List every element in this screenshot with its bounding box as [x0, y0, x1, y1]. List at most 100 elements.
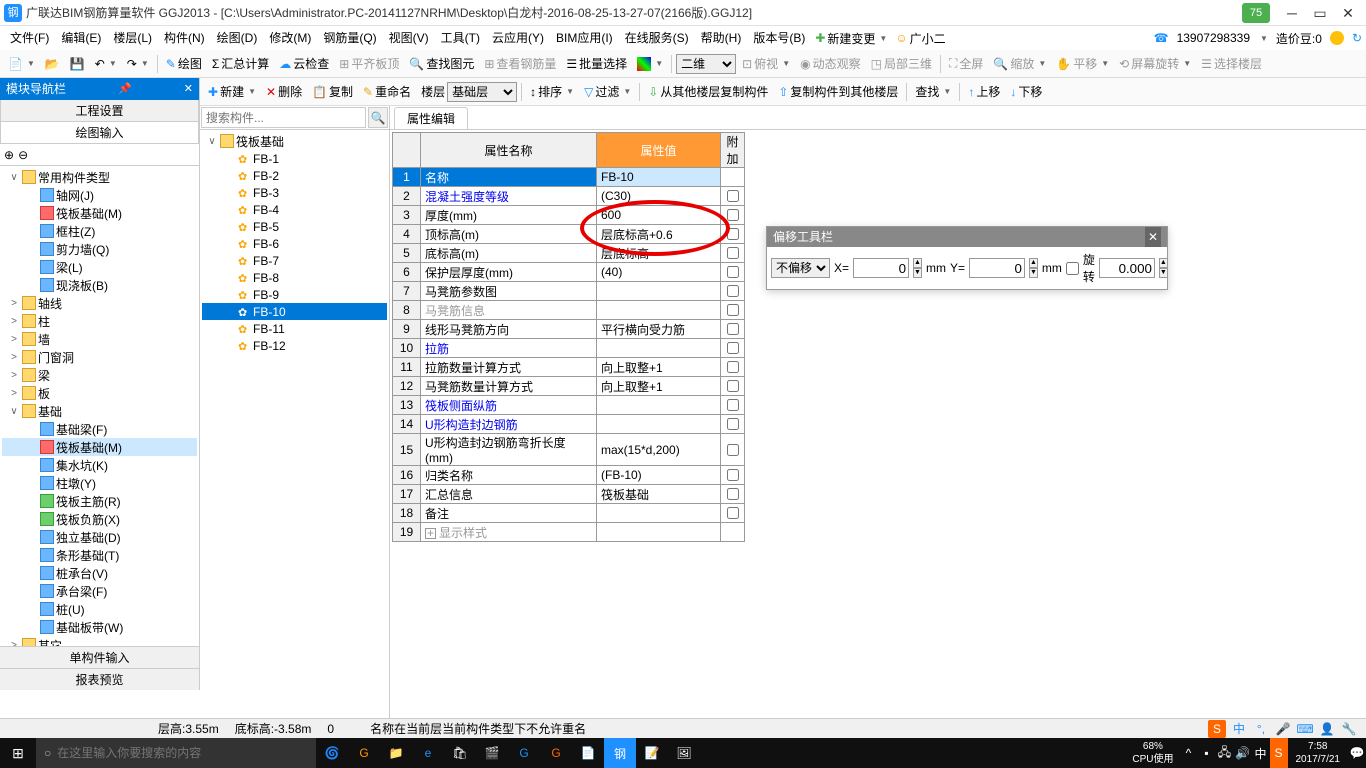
zoom-button[interactable]: 🔍缩放▼: [989, 53, 1050, 75]
property-name-cell[interactable]: 归类名称: [421, 466, 597, 485]
property-name-cell[interactable]: 备注: [421, 504, 597, 523]
nav-tree-item[interactable]: >墙: [2, 330, 197, 348]
menu-item[interactable]: 修改(M): [263, 27, 317, 49]
property-row[interactable]: 2混凝土强度等级(C30): [393, 187, 745, 206]
collapse-all-icon[interactable]: ⊖: [18, 148, 28, 162]
component-item[interactable]: ✿FB-8: [202, 269, 387, 286]
start-button[interactable]: ⊞: [0, 738, 36, 768]
component-item[interactable]: ✿FB-10: [202, 303, 387, 320]
nav-tree-item[interactable]: >梁: [2, 366, 197, 384]
search-button[interactable]: 🔍: [368, 107, 388, 128]
tab-project-settings[interactable]: 工程设置: [0, 100, 199, 122]
add-checkbox[interactable]: [727, 418, 739, 430]
property-add-cell[interactable]: [721, 358, 745, 377]
nav-tree-item[interactable]: >柱: [2, 312, 197, 330]
property-row[interactable]: 8马凳筋信息: [393, 301, 745, 320]
person-icon[interactable]: 👤: [1318, 720, 1336, 738]
menu-item[interactable]: 版本号(B): [747, 27, 811, 49]
task-explorer-icon[interactable]: 📁: [380, 738, 412, 768]
property-add-cell[interactable]: [721, 504, 745, 523]
property-name-cell[interactable]: 马凳筋信息: [421, 301, 597, 320]
new-component-button[interactable]: ✚新建▼: [204, 81, 260, 103]
add-checkbox[interactable]: [727, 304, 739, 316]
task-img-icon[interactable]: 🖼: [668, 738, 700, 768]
add-checkbox[interactable]: [727, 507, 739, 519]
component-item[interactable]: ✿FB-5: [202, 218, 387, 235]
property-name-cell[interactable]: 线形马凳筋方向: [421, 320, 597, 339]
property-add-cell[interactable]: [721, 168, 745, 187]
property-row[interactable]: 14U形构造封边钢筋: [393, 415, 745, 434]
property-add-cell[interactable]: [721, 225, 745, 244]
add-checkbox[interactable]: [727, 190, 739, 202]
property-row[interactable]: 18备注: [393, 504, 745, 523]
taskbar-search[interactable]: ○: [36, 738, 316, 768]
property-value-cell[interactable]: [597, 396, 721, 415]
menu-item[interactable]: 构件(N): [158, 27, 211, 49]
add-checkbox[interactable]: [727, 444, 739, 456]
punct-icon[interactable]: °,: [1252, 720, 1270, 738]
property-row[interactable]: 6保护层厚度(mm)(40): [393, 263, 745, 282]
redo-button[interactable]: ↷▼: [123, 53, 153, 75]
add-checkbox[interactable]: [727, 380, 739, 392]
rot-input[interactable]: [1099, 258, 1155, 278]
taskbar-search-input[interactable]: [57, 746, 308, 760]
nav-tree-item[interactable]: 条形基础(T): [2, 546, 197, 564]
menu-item[interactable]: BIM应用(I): [550, 27, 619, 49]
offset-close-button[interactable]: ✕: [1145, 227, 1161, 247]
component-item[interactable]: ✿FB-4: [202, 201, 387, 218]
sogou-icon[interactable]: S: [1208, 720, 1226, 738]
task-doc-icon[interactable]: 📄: [572, 738, 604, 768]
property-edit-tab[interactable]: 属性编辑: [394, 107, 468, 129]
menu-item[interactable]: 绘图(D): [211, 27, 264, 49]
offset-mode-select[interactable]: 不偏移: [771, 258, 830, 278]
new-change-button[interactable]: ✚新建变更▼: [811, 27, 891, 49]
property-value-cell[interactable]: [597, 282, 721, 301]
property-value-cell[interactable]: [597, 504, 721, 523]
property-add-cell[interactable]: [721, 187, 745, 206]
nav-tree-item[interactable]: 剪力墙(Q): [2, 240, 197, 258]
property-value-cell[interactable]: 层底标高: [597, 244, 721, 263]
pan-button[interactable]: ✋平移▼: [1052, 53, 1113, 75]
property-row[interactable]: 16归类名称(FB-10): [393, 466, 745, 485]
property-value-cell[interactable]: 平行横向受力筋: [597, 320, 721, 339]
floor-select[interactable]: 基础层: [447, 82, 517, 102]
tray-notif-icon[interactable]: 💬: [1348, 738, 1366, 768]
panel-close-icon[interactable]: ✕: [184, 78, 193, 100]
color-button[interactable]: ▼: [633, 53, 667, 75]
property-name-cell[interactable]: 拉筋: [421, 339, 597, 358]
nav-tree-item[interactable]: 筏板基础(M): [2, 438, 197, 456]
nav-tree-item[interactable]: >其它: [2, 636, 197, 646]
sel-floor-button[interactable]: ☰选择楼层: [1197, 53, 1266, 75]
report-preview-button[interactable]: 报表预览: [0, 668, 199, 690]
screen-rot-button[interactable]: ⟲屏幕旋转▼: [1115, 53, 1195, 75]
nav-tree-item[interactable]: ∨常用构件类型: [2, 168, 197, 186]
expander-icon[interactable]: >: [8, 352, 20, 363]
x-spin-up[interactable]: ▲: [913, 258, 922, 268]
tool-icon[interactable]: 🔧: [1340, 720, 1358, 738]
add-checkbox[interactable]: [727, 266, 739, 278]
keyboard-icon[interactable]: ⌨: [1296, 720, 1314, 738]
property-add-cell[interactable]: [721, 282, 745, 301]
user-button[interactable]: ☺广小二: [891, 27, 949, 49]
property-name-cell[interactable]: 顶标高(m): [421, 225, 597, 244]
expander-icon[interactable]: >: [8, 316, 20, 327]
nav-tree-item[interactable]: ∨基础: [2, 402, 197, 420]
rot-spin-up[interactable]: ▲: [1159, 258, 1168, 268]
task-movies-icon[interactable]: 🎬: [476, 738, 508, 768]
property-add-cell[interactable]: [721, 320, 745, 339]
tray-net-icon[interactable]: 🖧: [1216, 738, 1234, 768]
menu-item[interactable]: 云应用(Y): [486, 27, 550, 49]
copy-from-floor-button[interactable]: ⇩从其他楼层复制构件: [644, 81, 772, 103]
property-add-cell[interactable]: [721, 206, 745, 225]
dyn-obs-button[interactable]: ◉动态观察: [796, 53, 865, 75]
property-name-cell[interactable]: 底标高(m): [421, 244, 597, 263]
property-value-cell[interactable]: [597, 301, 721, 320]
add-checkbox[interactable]: [727, 488, 739, 500]
find-component-button[interactable]: 查找▼: [911, 81, 955, 103]
property-row[interactable]: 11拉筋数量计算方式向上取整+1: [393, 358, 745, 377]
fullscreen-button[interactable]: ⛶全屏: [945, 53, 987, 75]
undo-button[interactable]: ↶▼: [91, 53, 121, 75]
topview-button[interactable]: ⊡俯视▼: [738, 53, 794, 75]
task-g3-icon[interactable]: G: [540, 738, 572, 768]
delete-button[interactable]: ✕删除: [262, 81, 306, 103]
